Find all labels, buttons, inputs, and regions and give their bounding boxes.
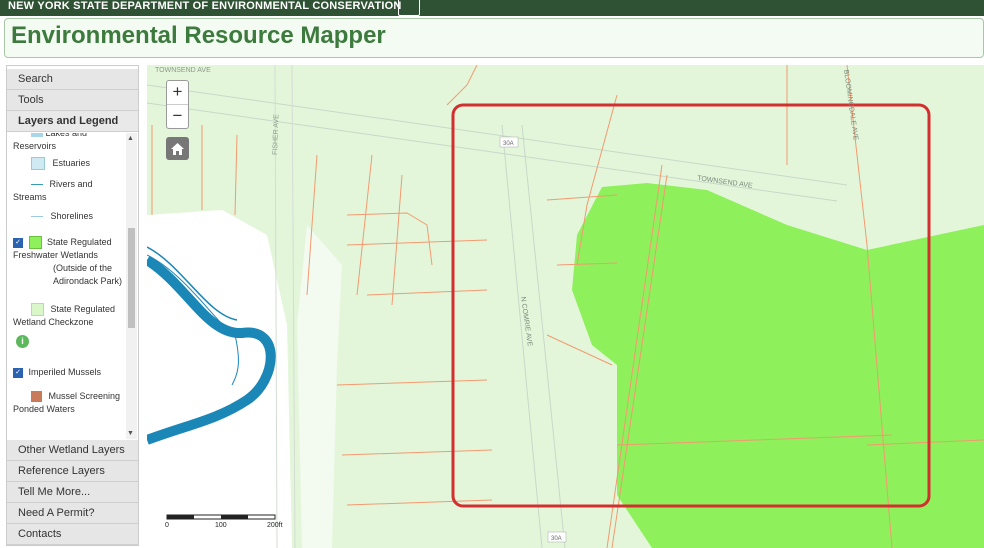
home-icon xyxy=(171,143,184,155)
sidebar-other-wetland-layers[interactable]: Other Wetland Layers xyxy=(7,440,138,461)
legend-item-estuaries: Estuaries xyxy=(31,157,138,171)
scroll-up-icon[interactable]: ▲ xyxy=(127,135,134,142)
wetlands-swatch xyxy=(28,236,42,250)
legend-item-rivers: Rivers and Streams xyxy=(13,178,123,204)
sidebar-tell-me-more[interactable]: Tell Me More... xyxy=(7,482,138,503)
legend-scrollbar[interactable]: ▲ ▼ xyxy=(126,133,137,439)
legend-label-ponded-waters: Mussel Screening Ponded Waters xyxy=(13,391,121,414)
legend-item-wetlands[interactable]: ✓ State Regulated Freshwater Wetlands (O… xyxy=(13,236,123,288)
scale-bar-graphic xyxy=(166,514,276,520)
app-title: Environmental Resource Mapper xyxy=(11,22,386,49)
legend-label-rivers: Rivers and Streams xyxy=(13,179,93,202)
legend-item-mussels[interactable]: ✓ Imperiled Mussels xyxy=(13,366,123,379)
legend-label-shorelines: Shorelines xyxy=(50,211,94,221)
legend-item-lakes: Lakes and Reservoirs xyxy=(13,133,123,153)
home-button[interactable] xyxy=(166,137,189,160)
estuaries-swatch xyxy=(31,157,45,171)
sidebar-layers-and-legend[interactable]: Layers and Legend xyxy=(7,111,138,132)
mussels-checkbox[interactable]: ✓ xyxy=(13,367,23,378)
zoom-control: + − xyxy=(166,80,189,129)
shorelines-swatch xyxy=(31,216,43,218)
agency-banner: NEW YORK STATE DEPARTMENT OF ENVIRONMENT… xyxy=(0,0,984,16)
legend-label-checkzone: State Regulated Wetland Checkzone xyxy=(13,304,116,328)
legend-item-checkzone: State Regulated Wetland Checkzone xyxy=(13,303,123,329)
sidebar: Search Tools Layers and Legend Lakes and… xyxy=(6,65,139,546)
map-svg[interactable]: TOWNSEND AVE TOWNSEND AVE BLOOMINGDALE A… xyxy=(147,65,984,548)
route-label-top: 30A xyxy=(503,141,514,147)
legend-label-lakes: Lakes and Reservoirs xyxy=(13,133,88,151)
legend-panel: Lakes and Reservoirs Estuaries Rivers an… xyxy=(7,133,138,439)
map-canvas[interactable]: TOWNSEND AVE TOWNSEND AVE BLOOMINGDALE A… xyxy=(147,65,984,548)
street-label-fisher: FISHER AVE xyxy=(272,114,280,155)
zoom-out-button[interactable]: − xyxy=(167,105,188,128)
scroll-down-icon[interactable]: ▼ xyxy=(127,430,134,437)
scale-label-0: 0 xyxy=(165,522,169,529)
street-label-townsend-top: TOWNSEND AVE xyxy=(155,67,211,74)
legend-label-mussels: Imperiled Mussels xyxy=(28,367,102,377)
zoom-in-button[interactable]: + xyxy=(167,81,188,105)
scale-label-100: 100 xyxy=(215,522,227,529)
legend-item-shorelines: Shorelines xyxy=(31,210,138,223)
route-label-bottom: 30A xyxy=(551,536,562,542)
info-icon[interactable]: i xyxy=(16,335,29,348)
legend-label-estuaries: Estuaries xyxy=(52,158,91,168)
ponded-waters-swatch xyxy=(31,391,42,403)
sidebar-need-a-permit[interactable]: Need A Permit? xyxy=(7,503,138,524)
lakes-swatch xyxy=(31,133,43,138)
scroll-thumb[interactable] xyxy=(128,228,135,328)
sidebar-reference-layers[interactable]: Reference Layers xyxy=(7,461,138,482)
scale-bar: 0 100 200ft xyxy=(165,514,285,536)
sidebar-search[interactable]: Search xyxy=(7,69,138,90)
title-bar: Environmental Resource Mapper xyxy=(4,18,984,58)
rivers-swatch xyxy=(31,184,43,186)
agency-name: NEW YORK STATE DEPARTMENT OF ENVIRONMENT… xyxy=(8,0,402,12)
sidebar-tools[interactable]: Tools xyxy=(7,90,138,111)
wetlands-checkbox[interactable]: ✓ xyxy=(13,237,23,248)
scale-label-200: 200ft xyxy=(267,522,283,529)
sidebar-contacts[interactable]: Contacts xyxy=(7,524,138,545)
checkzone-swatch xyxy=(31,303,44,317)
external-link-icon[interactable] xyxy=(398,0,420,16)
legend-sublabel-wetlands: (Outside of the Adirondack Park) xyxy=(53,263,123,287)
legend-item-ponded-waters: Mussel Screening Ponded Waters xyxy=(13,390,123,416)
